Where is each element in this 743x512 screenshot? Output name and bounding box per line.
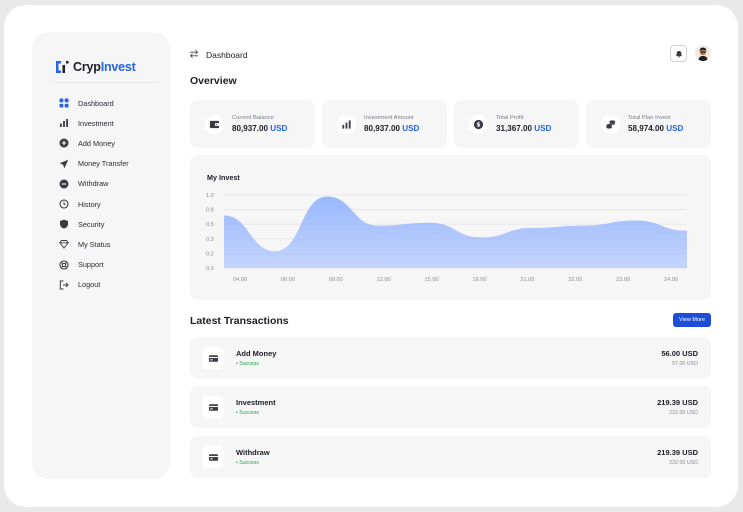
- transaction-row[interactable]: Add Money • Success 56.00 USD 57.00 USD: [190, 337, 711, 379]
- bar-chart-icon: [337, 114, 356, 134]
- y-tick-label: 0.2: [206, 251, 214, 257]
- send-icon: [58, 158, 69, 169]
- transaction-amount: 56.00 USD: [661, 349, 698, 358]
- sidebar-item-dashboard[interactable]: Dashboard: [58, 93, 164, 113]
- sidebar-item-label: Add Money: [78, 138, 115, 148]
- clock-icon: [58, 199, 69, 210]
- y-tick-label: 0.3: [206, 237, 214, 243]
- overview-heading: Overview: [190, 75, 237, 87]
- notification-button[interactable]: [670, 45, 687, 62]
- sidebar-item-logout[interactable]: Logout: [58, 275, 164, 295]
- area-series: [224, 196, 687, 268]
- sidebar-item-label: Dashboard: [78, 98, 114, 108]
- stat-value: 31,367.00 USD: [496, 124, 552, 133]
- shield-icon: [58, 219, 69, 230]
- logo-icon: [56, 61, 69, 73]
- sidebar-item-label: My Status: [78, 239, 111, 249]
- sidebar-item-label: History: [78, 199, 101, 209]
- transaction-sub-amount: 222.00 USD: [669, 410, 698, 416]
- transaction-name: Investment: [236, 398, 276, 407]
- sidebar-item-add-money[interactable]: Add Money: [58, 133, 164, 153]
- stat-card-total-plan-invest: Total Plan Invest 58,974.00 USD: [586, 100, 711, 148]
- divider: [54, 82, 158, 83]
- stat-label: Total Plan Invest: [628, 115, 671, 121]
- sidebar-nav: Dashboard Investment Add Money Money Tra…: [58, 93, 164, 295]
- bell-icon: [675, 50, 682, 58]
- transaction-amount: 219.39 USD: [657, 448, 698, 457]
- swap-arrows-icon[interactable]: [189, 49, 199, 59]
- plus-circle-icon: [58, 138, 69, 149]
- transaction-name: Withdraw: [236, 448, 270, 457]
- svg-text:$: $: [476, 121, 480, 128]
- sidebar-item-label: Withdraw: [78, 179, 109, 189]
- sidebar-item-money-transfer[interactable]: Money Transfer: [58, 154, 164, 174]
- x-tick-label: 22.00: [568, 277, 582, 283]
- transactions-heading: Latest Transactions: [190, 315, 289, 327]
- x-tick-label: 06.00: [281, 277, 295, 283]
- sidebar-item-label: Security: [78, 219, 105, 229]
- x-tick-label: 04.00: [233, 277, 247, 283]
- stat-label: Current Balance: [232, 115, 274, 121]
- transaction-row[interactable]: Withdraw • Success 219.39 USD 222.00 USD: [190, 436, 711, 478]
- grid-icon: [58, 98, 69, 109]
- brand-name: CrypInvest: [73, 60, 136, 74]
- transaction-status: • Success: [236, 410, 259, 416]
- wallet-icon: [205, 114, 224, 134]
- stat-card-current-balance: Current Balance 80,937.00 USD: [190, 100, 315, 148]
- card-icon: [202, 347, 224, 369]
- bar-chart-icon: [58, 118, 69, 129]
- sidebar: CrypInvest Dashboard Investment Add Mone…: [32, 32, 170, 479]
- transaction-row[interactable]: Investment • Success 219.39 USD 222.00 U…: [190, 386, 711, 428]
- card-icon: [202, 446, 224, 468]
- transaction-status: • Success: [236, 361, 259, 367]
- sidebar-item-investment[interactable]: Investment: [58, 113, 164, 133]
- stat-value: 80,937.00 USD: [364, 124, 420, 133]
- invest-area-chart: 1.0 0.8 0.5 0.3 0.2 0.0 04.00 06.00 09.00 12.00 15…: [206, 193, 687, 283]
- x-tick-label: 24.00: [664, 277, 678, 283]
- sidebar-item-support[interactable]: Support: [58, 255, 164, 275]
- sidebar-item-label: Logout: [78, 280, 101, 290]
- transaction-name: Add Money: [236, 349, 277, 358]
- transaction-status: • Success: [236, 460, 259, 466]
- y-tick-label: 1.0: [206, 193, 214, 199]
- stat-value: 80,937.00 USD: [232, 124, 288, 133]
- sidebar-item-my-status[interactable]: My Status: [58, 234, 164, 254]
- sidebar-item-withdraw[interactable]: Withdraw: [58, 174, 164, 194]
- x-tick-label: 12.00: [377, 277, 391, 283]
- invest-chart-card: My Invest 1.0 0.8 0.5 0.3 0.2 0.0 04.00 06.00 09…: [190, 155, 711, 300]
- minus-circle-icon: [58, 178, 69, 189]
- x-tick-label: 23.00: [616, 277, 630, 283]
- x-tick-label: 09.00: [329, 277, 343, 283]
- brand-logo[interactable]: CrypInvest: [54, 59, 136, 75]
- stat-value: 58,974.00 USD: [628, 124, 684, 133]
- diamond-icon: [58, 239, 69, 250]
- dollar-icon: $: [469, 114, 488, 134]
- stat-card-total-profit: $ Total Profit 31,367.00 USD: [454, 100, 579, 148]
- avatar[interactable]: [695, 45, 711, 61]
- transaction-sub-amount: 222.00 USD: [669, 460, 698, 466]
- x-tick-label: 19.00: [472, 277, 486, 283]
- sidebar-item-label: Support: [78, 260, 104, 270]
- logout-icon: [58, 279, 69, 290]
- transaction-sub-amount: 57.00 USD: [672, 361, 698, 367]
- coins-icon: [601, 114, 620, 134]
- transaction-amount: 219.39 USD: [657, 398, 698, 407]
- page-title: Dashboard: [206, 50, 248, 60]
- x-tick-label: 21.00: [520, 277, 534, 283]
- stat-label: Total Profit: [496, 115, 524, 121]
- x-tick-label: 15.00: [425, 277, 439, 283]
- view-more-button[interactable]: View More: [673, 313, 711, 327]
- lifebuoy-icon: [58, 259, 69, 270]
- sidebar-item-label: Investment: [78, 118, 114, 128]
- sidebar-item-label: Money Transfer: [78, 159, 129, 169]
- y-tick-label: 0.5: [206, 222, 214, 228]
- y-tick-label: 0.8: [206, 208, 214, 214]
- user-avatar-icon: [695, 45, 711, 61]
- stat-label: Investment Amount: [364, 115, 414, 121]
- card-icon: [202, 396, 224, 418]
- sidebar-item-security[interactable]: Security: [58, 214, 164, 234]
- stat-card-investment-amount: Investment Amount 80,937.00 USD: [322, 100, 447, 148]
- y-tick-label: 0.0: [206, 266, 214, 272]
- sidebar-item-history[interactable]: History: [58, 194, 164, 214]
